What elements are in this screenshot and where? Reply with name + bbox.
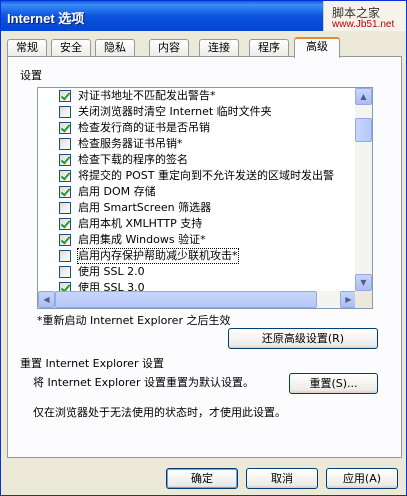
- scroll-up-icon[interactable]: ▲: [355, 88, 372, 105]
- title-bar[interactable]: Internet 选项 脚本之家 www.Jb51.net: [1, 1, 406, 31]
- settings-list[interactable]: 对证书地址不匹配发出警告* 关闭浏览器时清空 Internet 临时文件夹 检查…: [37, 87, 373, 309]
- settings-item[interactable]: 检查发行商的证书是否吊销: [38, 120, 357, 136]
- cancel-button[interactable]: 取消: [246, 468, 318, 489]
- settings-item-label: 启用内存保护帮助减少联机攻击*: [77, 248, 239, 264]
- tab-connections[interactable]: 连接: [199, 39, 239, 57]
- settings-item-label: 将提交的 POST 重定向到不允许发送的区域时发出警: [78, 169, 334, 182]
- checkbox[interactable]: [59, 122, 71, 134]
- settings-item[interactable]: 对证书地址不匹配发出警告*: [38, 88, 357, 104]
- settings-item-label: 启用 DOM 存储: [78, 185, 156, 198]
- settings-item-selected[interactable]: 启用内存保护帮助减少联机攻击*: [38, 248, 357, 264]
- settings-item[interactable]: 启用 DOM 存储: [38, 184, 357, 200]
- tab-security[interactable]: 安全: [51, 39, 91, 57]
- settings-item-label: 关闭浏览器时清空 Internet 临时文件夹: [78, 105, 272, 118]
- settings-item-label: 检查发行商的证书是否吊销: [78, 121, 210, 134]
- settings-item[interactable]: 启用本机 XMLHTTP 支持: [38, 216, 357, 232]
- reset-description: 将 Internet Explorer 设置重置为默认设置。: [33, 376, 254, 389]
- checkbox[interactable]: [59, 266, 71, 278]
- settings-item[interactable]: 启用集成 Windows 验证*: [38, 232, 357, 248]
- settings-item-label: 对证书地址不匹配发出警告*: [78, 89, 216, 102]
- reset-heading: 重置 Internet Explorer 设置: [20, 357, 164, 370]
- checkbox[interactable]: [59, 138, 71, 150]
- settings-item[interactable]: 使用 SSL 2.0: [38, 264, 357, 280]
- settings-item[interactable]: 启用 SmartScreen 筛选器: [38, 200, 357, 216]
- settings-group-label: 设置: [20, 69, 42, 82]
- horizontal-scrollbar[interactable]: ◀ ▶: [38, 291, 357, 308]
- reset-button[interactable]: 重置(S)...: [289, 373, 378, 394]
- restart-note: *重新启动 Internet Explorer 之后生效: [37, 314, 231, 327]
- checkbox[interactable]: [59, 170, 71, 182]
- apply-button[interactable]: 应用(A): [326, 468, 398, 489]
- settings-item-label: 检查服务器证书吊销*: [78, 137, 183, 150]
- watermark-url: www.Jb51.net: [332, 19, 395, 30]
- internet-options-dialog: Internet 选项 脚本之家 www.Jb51.net 常规 安全 隐私 内…: [0, 0, 407, 496]
- tab-programs[interactable]: 程序: [249, 39, 289, 57]
- tab-privacy[interactable]: 隐私: [95, 39, 135, 57]
- tab-content[interactable]: 内容: [149, 39, 189, 57]
- tab-general[interactable]: 常规: [7, 39, 47, 57]
- reset-note: 仅在浏览器处于无法使用的状态时，才使用此设置。: [33, 406, 286, 419]
- checkbox[interactable]: [59, 202, 71, 214]
- checkbox[interactable]: [59, 186, 71, 198]
- checkbox[interactable]: [59, 106, 71, 118]
- checkbox[interactable]: [59, 282, 71, 291]
- checkbox[interactable]: [59, 90, 71, 102]
- window-title: Internet 选项: [7, 11, 85, 26]
- scroll-left-icon[interactable]: ◀: [38, 291, 55, 308]
- settings-item-label: 启用本机 XMLHTTP 支持: [78, 217, 203, 230]
- settings-list-items: 对证书地址不匹配发出警告* 关闭浏览器时清空 Internet 临时文件夹 检查…: [38, 88, 357, 291]
- ok-button[interactable]: 确定: [166, 468, 238, 489]
- vertical-scroll-thumb[interactable]: [355, 118, 372, 142]
- settings-item[interactable]: 检查下载的程序的签名: [38, 152, 357, 168]
- settings-item-label: 使用 SSL 2.0: [78, 265, 145, 278]
- tab-advanced[interactable]: 高级: [294, 37, 340, 58]
- vertical-scrollbar[interactable]: ▲ ▼: [355, 88, 372, 291]
- scroll-down-icon[interactable]: ▼: [355, 274, 372, 291]
- settings-item-label: 使用 SSL 3.0: [78, 281, 145, 291]
- settings-item-label: 检查下载的程序的签名: [78, 153, 188, 166]
- horizontal-scroll-thumb[interactable]: [55, 291, 317, 308]
- scroll-corner: [355, 291, 372, 308]
- tab-strip: 常规 安全 隐私 内容 连接 程序 高级: [5, 37, 404, 58]
- settings-item[interactable]: 关闭浏览器时清空 Internet 临时文件夹: [38, 104, 357, 120]
- checkbox[interactable]: [59, 234, 71, 246]
- settings-item[interactable]: 将提交的 POST 重定向到不允许发送的区域时发出警: [38, 168, 357, 184]
- checkbox[interactable]: [59, 218, 71, 230]
- restore-advanced-settings-button[interactable]: 还原高级设置(R): [228, 328, 378, 349]
- settings-item-label: 启用 SmartScreen 筛选器: [78, 201, 212, 214]
- watermark-logo: 脚本之家 www.Jb51.net: [323, 1, 406, 31]
- checkbox[interactable]: [59, 250, 71, 262]
- settings-item[interactable]: 检查服务器证书吊销*: [38, 136, 357, 152]
- settings-item[interactable]: 使用 SSL 3.0: [38, 280, 357, 291]
- settings-item-label: 启用集成 Windows 验证*: [78, 233, 206, 246]
- checkbox[interactable]: [59, 154, 71, 166]
